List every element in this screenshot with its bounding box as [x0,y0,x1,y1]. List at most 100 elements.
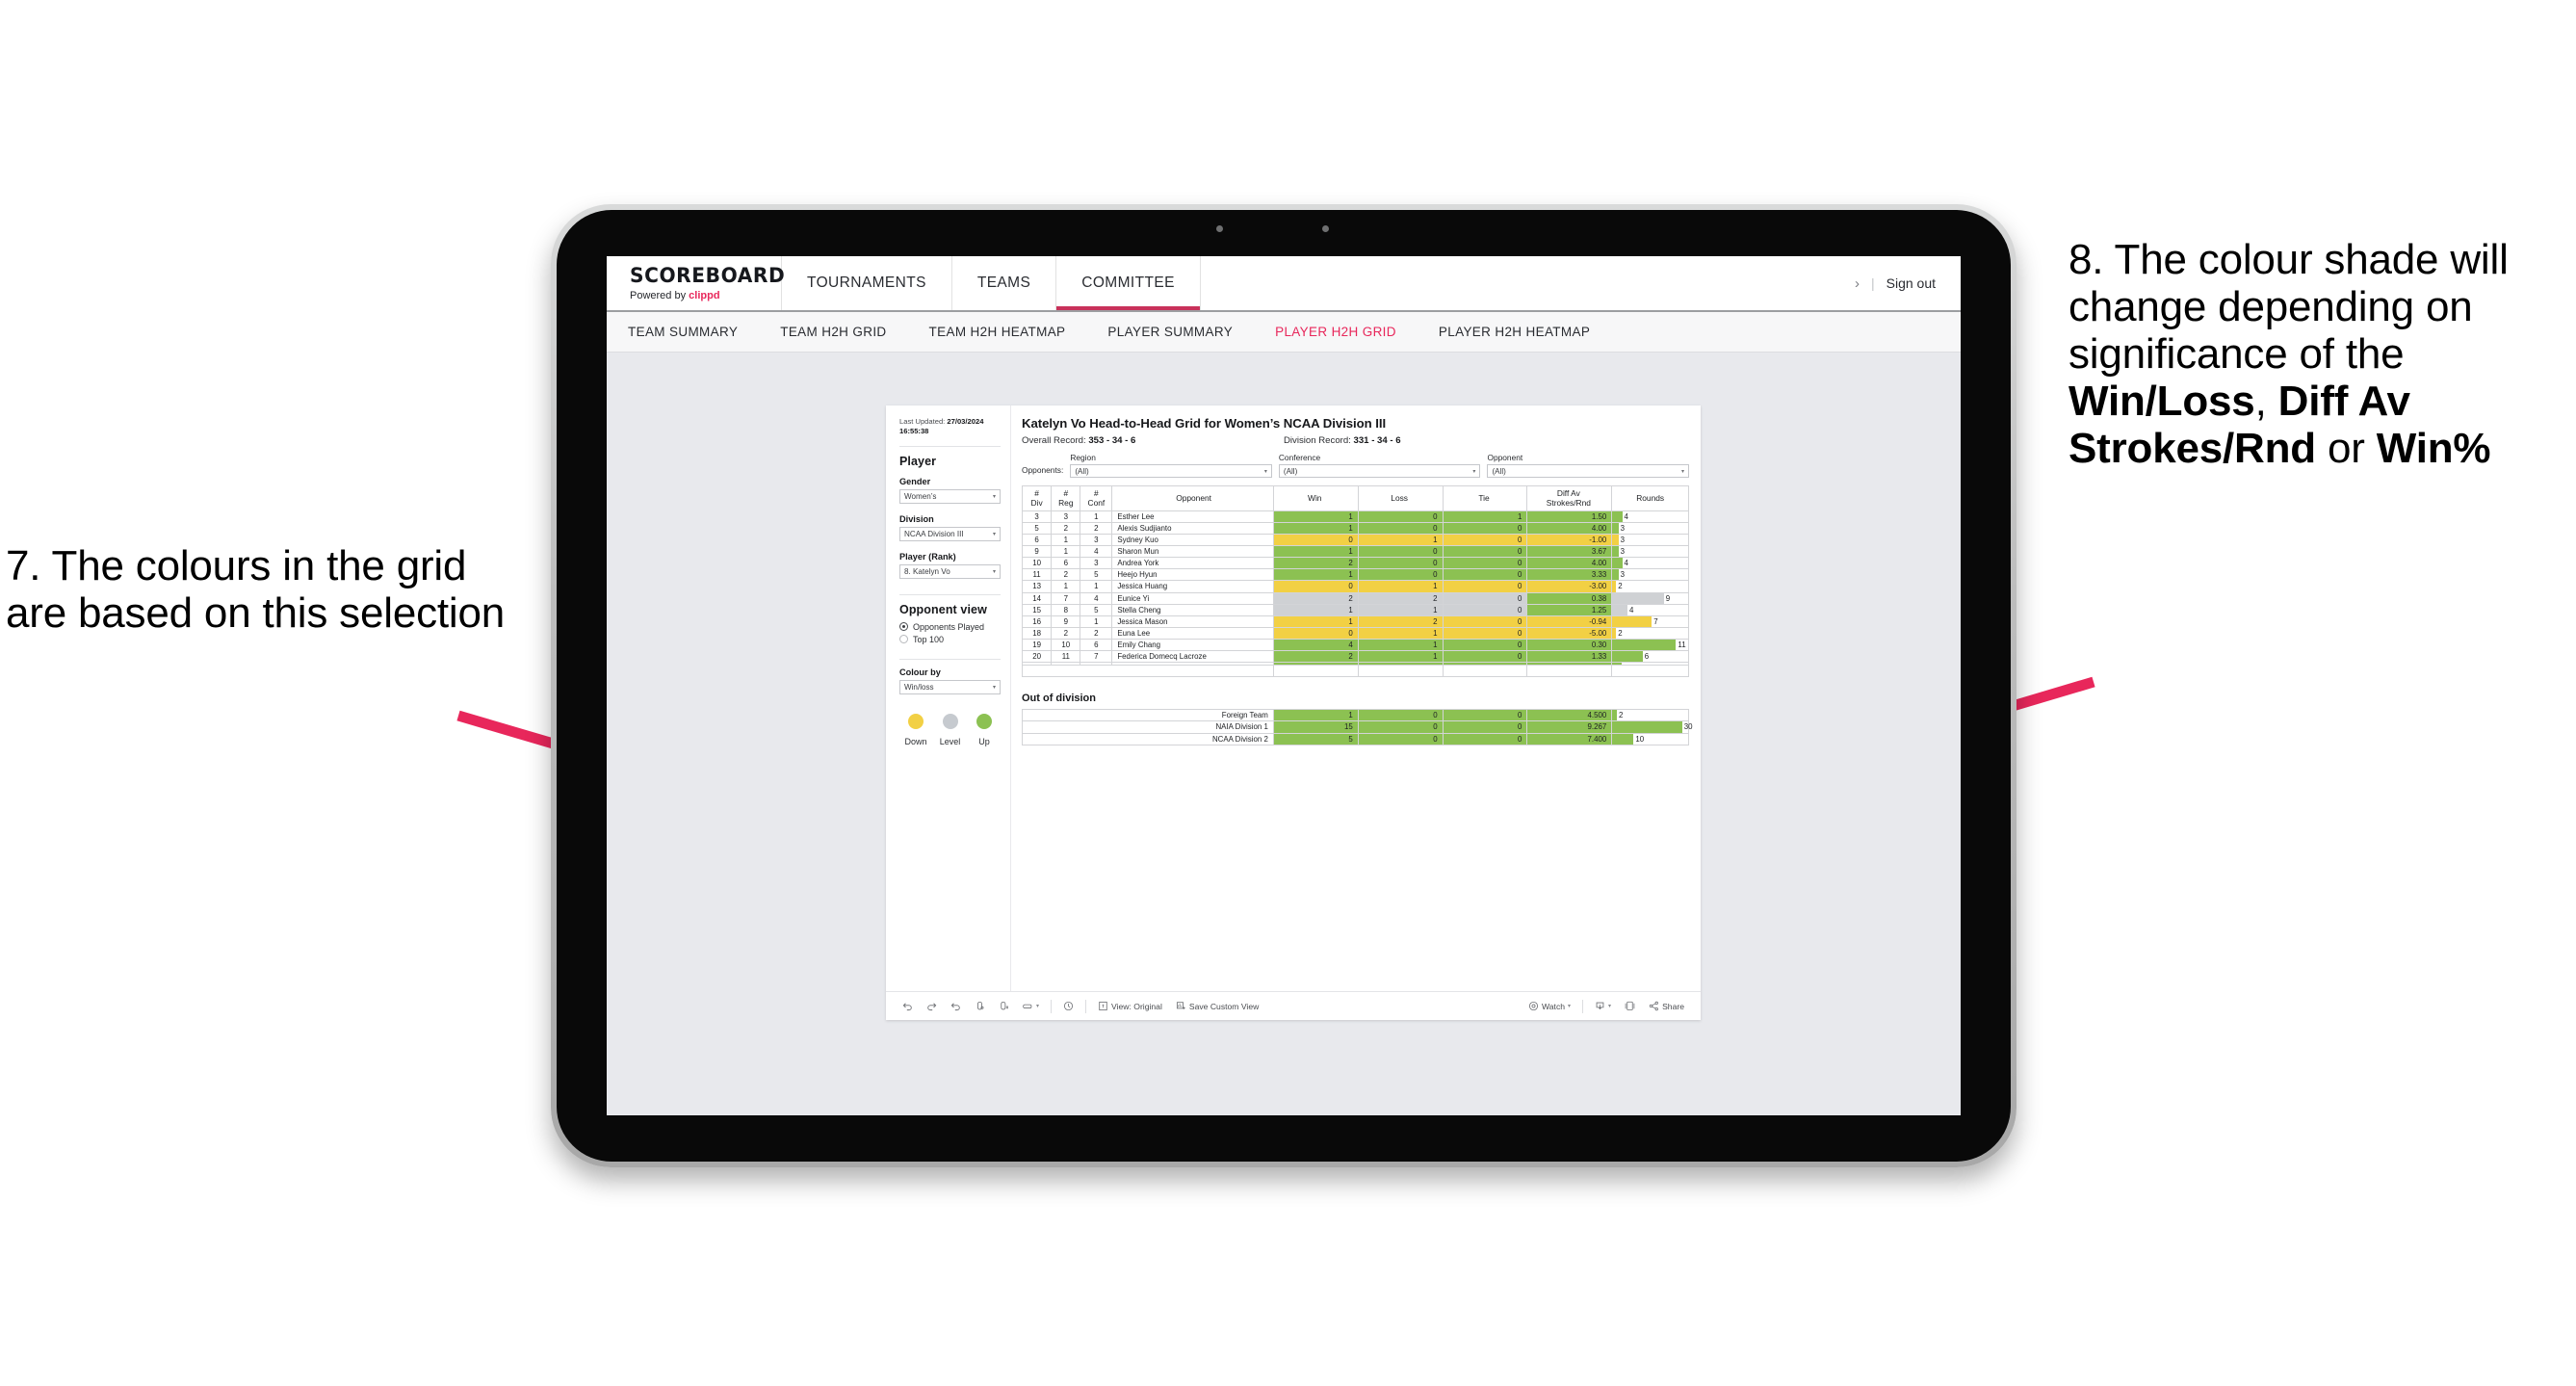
chevron-down-icon: ▾ [1263,468,1267,475]
redo-icon [927,1003,937,1011]
watch-icon [1528,1001,1539,1011]
undo-button[interactable] [896,1001,920,1011]
view-original-label: View: Original [1111,1001,1162,1011]
cell-win: 4 [1272,638,1359,651]
gender-select[interactable]: Women’s ▾ [899,488,1001,504]
revert-button[interactable] [944,1001,968,1011]
cell-loss: 1 [1357,638,1444,651]
cell-tie: 0 [1442,638,1528,651]
share-button[interactable]: Share [1642,1001,1691,1011]
download-button[interactable]: ▾ [1588,1001,1618,1011]
toolbar-divider-3 [1582,999,1584,1013]
table-row[interactable]: 13 1 1 Jessica Huang 0 1 0 -3.00 2 [1021,580,1689,593]
gender-field: Gender Women’s ▾ [899,477,1001,504]
cell-rounds: 6 [1611,649,1689,664]
watch-label: Watch [1541,1001,1566,1011]
table-row[interactable]: 14 7 4 Eunice Yi 2 2 0 0.38 9 [1021,591,1689,605]
radio-on-icon [899,622,908,631]
refresh-data-button[interactable] [968,1001,992,1011]
pause-refresh-button[interactable] [992,1001,1016,1011]
sidebar-divider-1 [899,445,1001,447]
division-select[interactable]: NCAA Division III ▾ [899,526,1001,541]
table-row[interactable]: 16 9 1 Jessica Mason 1 2 0 -0.94 7 [1021,615,1689,628]
top-nav: TOURNAMENTS TEAMS COMMITTEE [782,256,1201,310]
subnav-item-team-h2h-heatmap[interactable]: TEAM H2H HEATMAP [929,325,1087,339]
cell-div: 13 [1021,580,1053,593]
subnav-item-team-h2h-grid[interactable]: TEAM H2H GRID [780,325,907,339]
view-original-button[interactable]: View: Original [1091,1001,1169,1011]
radio-opponents-played[interactable]: Opponents Played [899,622,1001,632]
share-label: Share [1662,1001,1684,1011]
cell-tie: 0 [1442,603,1528,616]
opponent-view-heading: Opponent view [899,602,987,616]
player-rank-value: 8. Katelyn Vo [904,566,950,576]
radio-top-100[interactable]: Top 100 [899,635,1001,644]
table-row[interactable]: 3 3 1 Esther Lee 1 0 1 1.50 4 [1021,510,1689,524]
cell-win: 0 [1272,626,1359,640]
table-row[interactable]: 10 6 3 Andrea York 2 0 0 4.00 4 [1021,557,1689,570]
cell-reg: 7 [1051,591,1081,605]
device-preview-button[interactable] [1618,1001,1642,1011]
cell-tie: 1 [1442,510,1528,524]
cell-win: 1 [1272,568,1359,582]
cell-tie: 0 [1442,522,1528,536]
conference-select[interactable]: (All) ▾ [1278,464,1481,478]
table-row[interactable]: 20 11 7 Federica Domecq Lacroze 2 1 0 1.33 6 [1021,649,1689,664]
chevron-down-icon: ▾ [992,531,996,537]
opponent-filter: Opponent (All) ▾ [1487,453,1689,478]
brand-logo[interactable]: SCOREBOARD Powered by clippd [607,256,785,310]
out-of-division-row[interactable]: NCAA Division 2 5 0 0 7.400 10 [1022,732,1689,746]
table-row[interactable]: 15 8 5 Stella Cheng 1 1 0 1.25 4 [1021,603,1689,616]
colour-by-select[interactable]: Win/loss ▾ [899,679,1001,694]
highlighter-button[interactable]: ▾ [1016,1001,1046,1011]
cell-reg: 3 [1051,510,1081,524]
brand-subtitle-prefix: Powered by [630,289,690,301]
cell-opponent: Stella Cheng [1111,603,1274,616]
opponent-select[interactable]: (All) ▾ [1487,464,1689,478]
table-row[interactable]: 5 2 2 Alexis Sudjianto 1 0 0 4.00 3 [1021,522,1689,536]
cell-tie: 0 [1442,615,1528,628]
subnav-item-player-summary[interactable]: PLAYER SUMMARY [1107,325,1254,339]
cell-diff: 0.30 [1526,638,1613,651]
out-of-division-row[interactable]: NAIA Division 1 15 0 0 9.267 30 [1022,720,1692,734]
save-custom-view-button[interactable]: Save Custom View [1169,1001,1265,1011]
nav-item-teams[interactable]: TEAMS [952,256,1057,310]
subnav-item-player-h2h-grid[interactable]: PLAYER H2H GRID [1275,325,1418,339]
sign-out-link[interactable]: Sign out [1886,275,1936,291]
cell-diff: 0.38 [1526,591,1613,605]
subnav-item-team-summary[interactable]: TEAM SUMMARY [628,325,759,339]
toolbar-divider-1 [1051,999,1053,1013]
alerts-button[interactable] [1056,1001,1080,1011]
conference-caption: Conference [1278,453,1321,462]
radio-off-icon [899,635,908,643]
redo-button[interactable] [920,1001,944,1011]
cell-conf: 4 [1080,591,1113,605]
table-row[interactable]: 18 2 2 Euna Lee 0 1 0 -5.00 2 [1021,626,1689,640]
legend-item-up: Up [970,713,999,746]
table-row[interactable]: 11 2 5 Heejo Hyun 1 0 0 3.33 3 [1021,568,1689,582]
table-row[interactable]: 6 1 3 Sydney Kuo 0 1 0 -1.00 3 [1021,534,1689,547]
table-row[interactable]: 19 10 6 Emily Chang 4 1 0 0.30 11 [1021,638,1689,651]
chevron-right-icon[interactable]: › [1855,275,1860,292]
cell-opponent: Jessica Mason [1111,615,1274,628]
cell-rounds: 4 [1611,603,1689,616]
player-rank-select[interactable]: 8. Katelyn Vo ▾ [899,563,1001,579]
colour-by-value: Win/loss [904,682,934,692]
nav-item-committee[interactable]: COMMITTEE [1056,256,1201,310]
annotation-8-prefix: 8. The colour shade will change dependin… [2069,236,2509,379]
cell-opponent: Andrea York [1111,557,1274,570]
device-preview-icon [1625,1001,1635,1010]
cell-reg: 2 [1051,626,1081,640]
cell-rounds: 4 [1611,557,1689,570]
subnav-item-player-h2h-heatmap[interactable]: PLAYER H2H HEATMAP [1439,325,1611,339]
table-row[interactable]: 9 1 4 Sharon Mun 1 0 0 3.67 3 [1021,545,1689,559]
region-select[interactable]: (All) ▾ [1070,464,1272,478]
cell-conf: 1 [1080,510,1113,524]
out-of-division-row[interactable]: Foreign Team 1 0 0 4.500 2 [1022,708,1689,722]
toolbar-divider-2 [1085,999,1087,1013]
cell-win: 1 [1272,615,1359,628]
cell-win: 1 [1272,545,1359,559]
watch-button[interactable]: Watch ▾ [1522,1001,1577,1011]
nav-item-tournaments[interactable]: TOURNAMENTS [782,256,952,310]
visualization-body: Last Updated: 27/03/2024 16:55:38 Player… [886,405,1701,991]
